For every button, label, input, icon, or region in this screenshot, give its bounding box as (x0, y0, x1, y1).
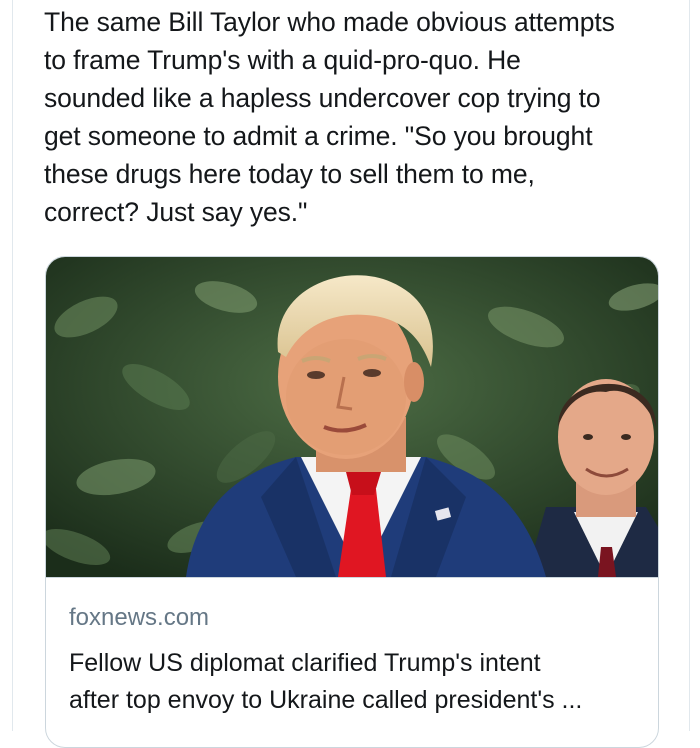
timeline-right-border (689, 0, 690, 731)
timeline-left-border (12, 0, 13, 731)
card-domain: foxnews.com (69, 604, 210, 631)
tweet-text: The same Bill Taylor who made obvious at… (44, 7, 615, 227)
card-image[interactable] (46, 257, 658, 578)
link-preview-card[interactable]: foxnews.com Fellow US diplomat clarified… (45, 256, 659, 748)
card-title[interactable]: Fellow US diplomat clarified Trump's int… (69, 645, 644, 719)
